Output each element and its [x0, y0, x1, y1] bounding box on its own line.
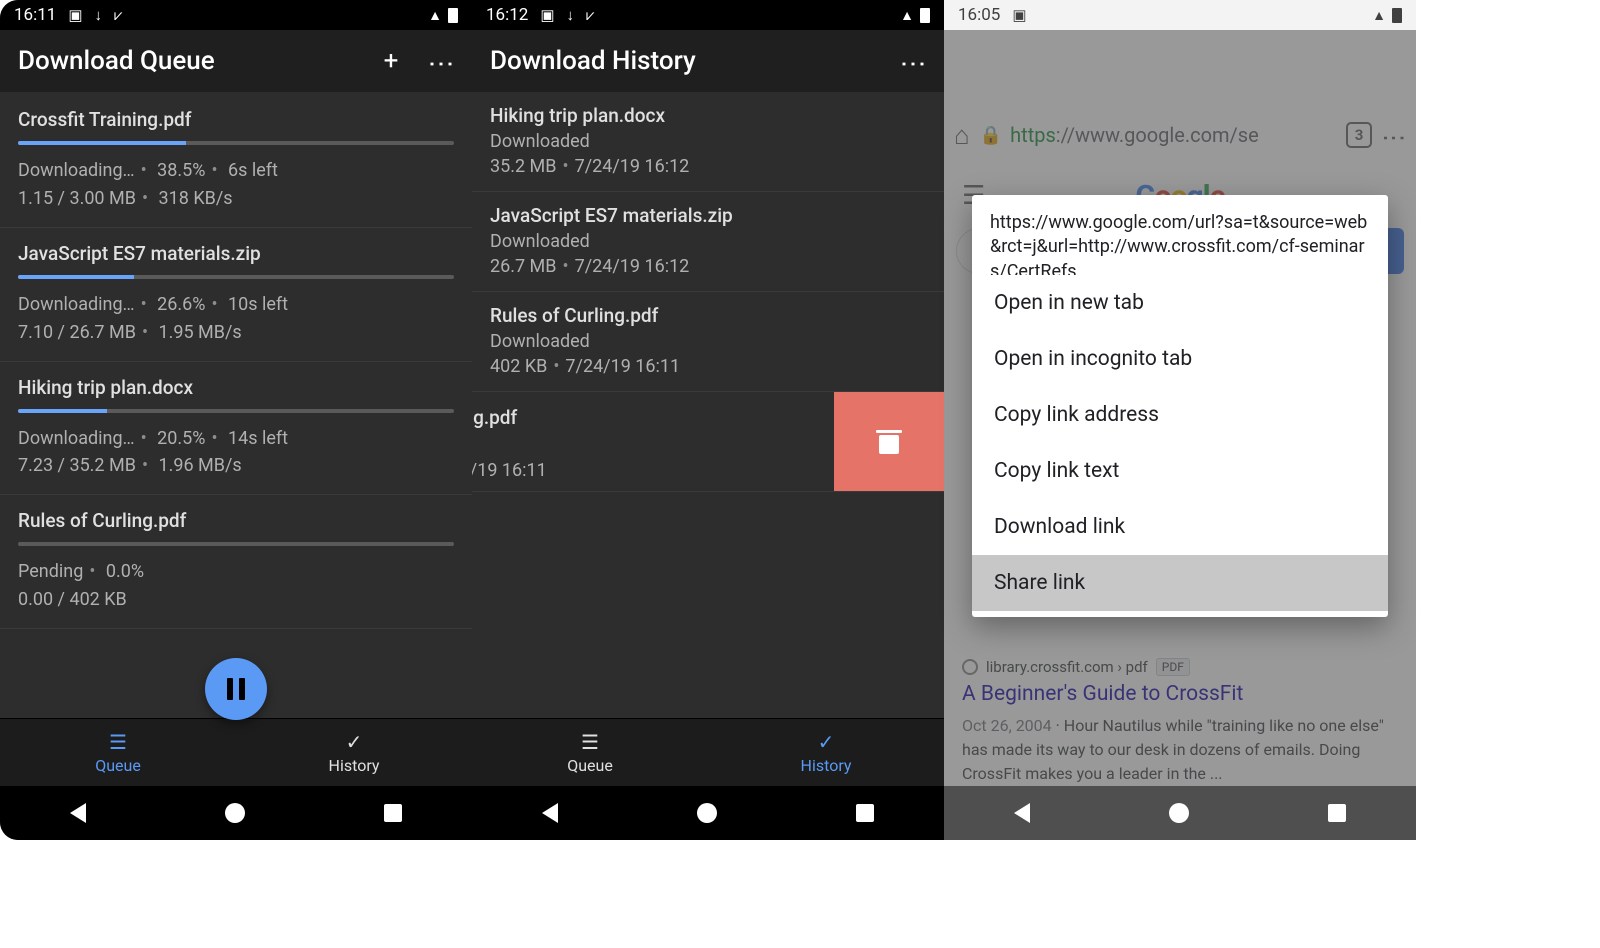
nav-home-icon[interactable] — [225, 803, 245, 823]
file-name: Rules of Curling.pdf — [490, 304, 926, 327]
pane-download-history: 16:12 ▣ ↓ ⩗ ▲ Download History ⋮ Hiking … — [472, 0, 944, 840]
status-time: 16:11 — [14, 5, 56, 25]
file-name: JavaScript ES7 materials.zip — [18, 242, 454, 265]
battery-icon — [920, 8, 930, 23]
history-item[interactable]: JavaScript ES7 materials.zip Downloaded … — [472, 192, 944, 292]
menu-open-new-tab[interactable]: Open in new tab — [972, 275, 1388, 331]
progress-bar — [18, 542, 454, 546]
bottom-tabs: ☰ Queue ✓ History — [0, 718, 472, 786]
queue-item[interactable]: Hiking trip plan.docx Downloading…• 20.5… — [0, 362, 472, 496]
nav-recent-icon[interactable] — [856, 804, 874, 822]
menu-download-link[interactable]: Download link — [972, 499, 1388, 555]
history-item[interactable]: Hiking trip plan.docx Downloaded 35.2 MB… — [472, 92, 944, 192]
tab-history[interactable]: ✓ History — [236, 719, 472, 786]
more-button[interactable]: ⋮ — [412, 51, 454, 71]
tab-queue[interactable]: ☰ Queue — [0, 719, 236, 786]
image-icon: ▣ — [540, 6, 554, 24]
status-time: 16:12 — [486, 5, 528, 25]
menu-copy-link-text[interactable]: Copy link text — [972, 443, 1388, 499]
nav-back-icon[interactable] — [70, 803, 86, 823]
tab-queue[interactable]: ☰ Queue — [472, 719, 708, 786]
nav-home-icon[interactable] — [697, 803, 717, 823]
tab-history[interactable]: ✓ History — [708, 719, 944, 786]
android-nav — [472, 786, 944, 840]
progress-bar — [18, 141, 454, 145]
more-button[interactable]: ⋮ — [884, 51, 926, 71]
check-icon: ✓ — [818, 730, 835, 754]
context-menu-url: https://www.google.com/url?sa=t&source=w… — [972, 195, 1388, 275]
nav-home-icon[interactable] — [1169, 803, 1189, 823]
add-button[interactable]: + — [370, 46, 412, 76]
android-nav — [944, 786, 1416, 840]
nav-back-icon[interactable] — [1014, 803, 1030, 823]
progress-bar — [18, 275, 454, 279]
pane-download-queue: 16:11 ▣ ↓ ⩗ ▲ Download Queue + ⋮ Crossfi… — [0, 0, 472, 840]
page-title: Download Queue — [18, 46, 370, 76]
pause-all-button[interactable] — [205, 658, 267, 720]
page-title: Download History — [490, 46, 884, 76]
list-icon: ☰ — [581, 730, 599, 754]
history-item-swiped[interactable]: aining.pdf d 7/24/19 16:11 — [472, 392, 944, 492]
nav-recent-icon[interactable] — [1328, 804, 1346, 822]
queue-list: Crossfit Training.pdf Downloading…• 38.5… — [0, 92, 472, 718]
queue-item[interactable]: Crossfit Training.pdf Downloading…• 38.5… — [0, 94, 472, 228]
queue-item[interactable]: JavaScript ES7 materials.zip Downloading… — [0, 228, 472, 362]
history-list: Hiking trip plan.docx Downloaded 35.2 MB… — [472, 92, 944, 718]
wifi-icon: ▲ — [1372, 7, 1386, 24]
image-icon: ▣ — [1012, 6, 1026, 24]
image-icon: ▣ — [68, 6, 82, 24]
file-name: Hiking trip plan.docx — [490, 104, 926, 127]
pane-chrome: 16:05 ▣ ▲ ⌂ 🔒 https://www.google.com/se … — [944, 0, 1416, 840]
download-icon: ↓ — [567, 6, 575, 24]
wifi-icon: ▲ — [900, 7, 914, 24]
context-menu: https://www.google.com/url?sa=t&source=w… — [972, 195, 1388, 617]
status-bar: 16:05 ▣ ▲ — [944, 0, 1416, 30]
bottom-tabs: ☰ Queue ✓ History — [472, 718, 944, 786]
queue-item[interactable]: Rules of Curling.pdf Pending• 0.0% 0.00 … — [0, 495, 472, 629]
nav-recent-icon[interactable] — [384, 804, 402, 822]
download-icon: ↓ — [95, 6, 103, 24]
battery-icon — [448, 8, 458, 23]
menu-copy-link-address[interactable]: Copy link address — [972, 387, 1388, 443]
wifi-icon: ▲ — [428, 7, 442, 24]
nav-back-icon[interactable] — [542, 803, 558, 823]
history-item[interactable]: Rules of Curling.pdf Downloaded 402 KB•7… — [472, 292, 944, 392]
android-nav — [0, 786, 472, 840]
file-name: JavaScript ES7 materials.zip — [490, 204, 926, 227]
menu-share-link[interactable]: Share link — [972, 555, 1388, 611]
status-time: 16:05 — [958, 5, 1000, 25]
app-bar: Download Queue + ⋮ — [0, 30, 472, 92]
file-name: aining.pdf — [472, 404, 834, 432]
check-icon: ⩗ — [586, 6, 594, 24]
status-bar: 16:12 ▣ ↓ ⩗ ▲ — [472, 0, 944, 30]
trash-icon — [879, 430, 899, 454]
app-bar: Download History ⋮ — [472, 30, 944, 92]
menu-open-incognito[interactable]: Open in incognito tab — [972, 331, 1388, 387]
file-name: Crossfit Training.pdf — [18, 108, 454, 131]
file-name: Rules of Curling.pdf — [18, 509, 454, 532]
check-icon: ✓ — [346, 730, 363, 754]
battery-icon — [1392, 8, 1402, 23]
delete-button[interactable] — [834, 392, 944, 491]
list-icon: ☰ — [109, 730, 127, 754]
status-bar: 16:11 ▣ ↓ ⩗ ▲ — [0, 0, 472, 30]
progress-bar — [18, 409, 454, 413]
pause-icon — [227, 678, 245, 700]
file-name: Hiking trip plan.docx — [18, 376, 454, 399]
check-icon: ⩗ — [114, 6, 122, 24]
